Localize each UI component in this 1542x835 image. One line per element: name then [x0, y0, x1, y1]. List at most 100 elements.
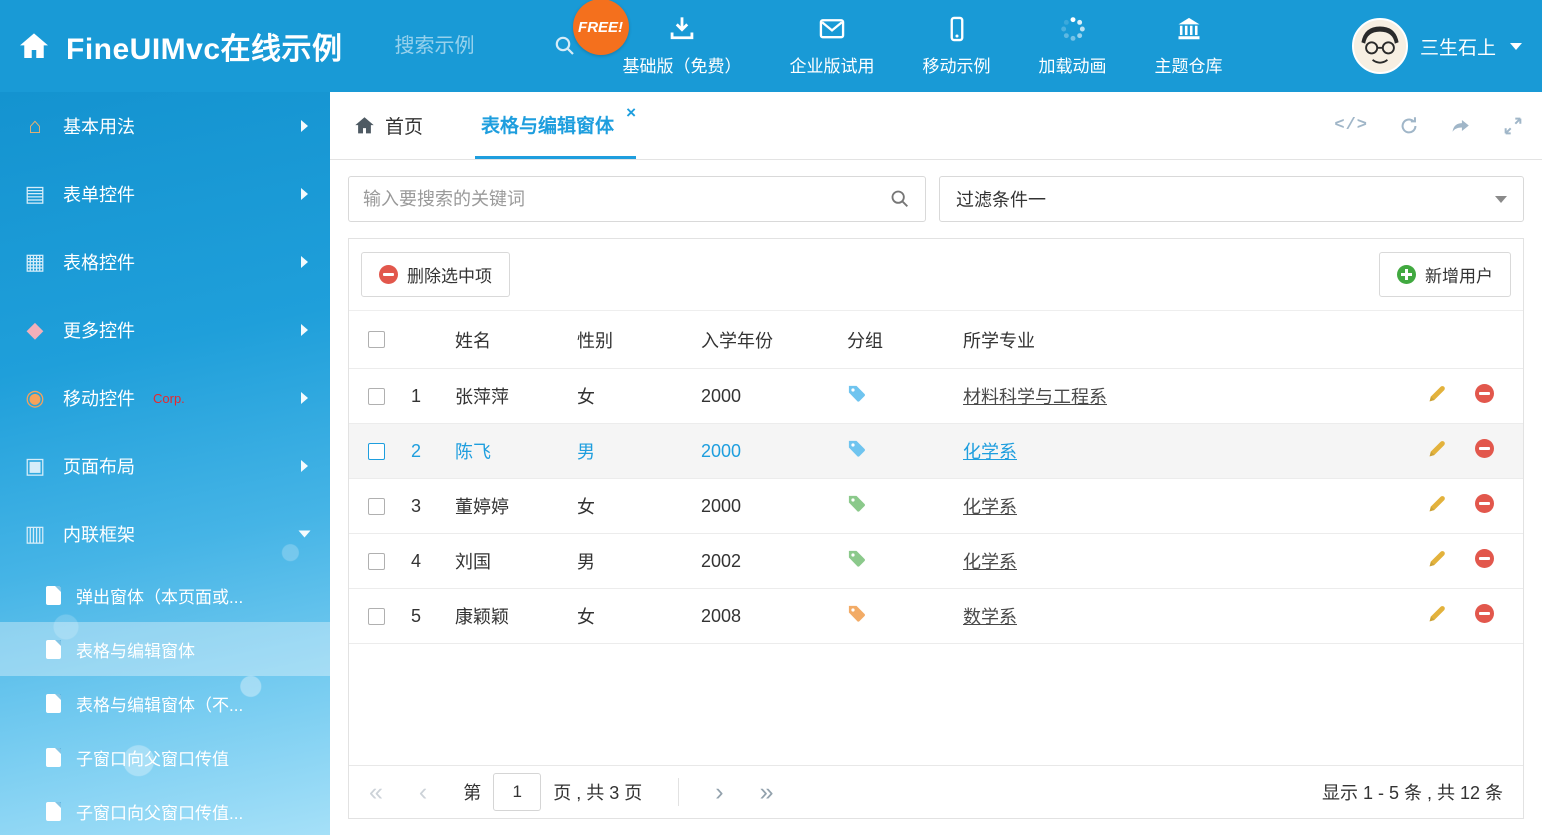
row-checkbox[interactable]	[368, 498, 385, 515]
delete-row-icon[interactable]	[1475, 384, 1494, 403]
search-icon[interactable]	[553, 34, 577, 58]
nav-item-loading-animation[interactable]: 加载动画	[1039, 15, 1107, 77]
grid-toolbar: 删除选中项 新增用户	[349, 239, 1523, 311]
chevron-icon	[301, 188, 308, 200]
edit-pencil-icon[interactable]	[1427, 438, 1448, 459]
last-page-button[interactable]: »	[760, 780, 774, 805]
expand-icon[interactable]	[1502, 115, 1524, 137]
sidebar-item[interactable]: ▣ 页面布局	[0, 432, 330, 500]
refresh-icon[interactable]	[1398, 115, 1420, 137]
file-icon	[46, 748, 61, 767]
major-link[interactable]: 化学系	[963, 497, 1017, 517]
file-icon	[46, 586, 61, 605]
minus-circle-icon	[379, 265, 398, 284]
edit-pencil-icon[interactable]	[1427, 548, 1448, 569]
delete-row-icon[interactable]	[1475, 494, 1494, 513]
select-all-checkbox[interactable]	[368, 331, 385, 348]
column-year: 入学年份	[693, 327, 839, 353]
edit-pencil-icon[interactable]	[1427, 603, 1448, 624]
nav-item-enterprise-trial[interactable]: 企业版试用	[790, 15, 875, 77]
sidebar-item[interactable]: ◉ 移动控件 Corp.	[0, 364, 330, 432]
home-icon	[18, 30, 50, 62]
mobile-icon	[943, 15, 971, 43]
sidebar-subitem-label: 子窗口向父窗口传值	[76, 745, 229, 770]
tab-home[interactable]: 首页	[348, 92, 429, 159]
delete-selected-button[interactable]: 删除选中项	[361, 252, 510, 297]
page-label-before: 第	[463, 779, 481, 805]
user-menu[interactable]: 三生石上	[1352, 18, 1522, 74]
column-major: 所学专业	[955, 327, 1419, 353]
table-row: 5 康颖颖 女 2008 数学系	[349, 589, 1523, 644]
sidebar-subitem[interactable]: 表格与编辑窗体	[0, 622, 330, 676]
nav-item-label: 基础版（免费）	[623, 52, 742, 77]
record-summary: 显示 1 - 5 条 , 共 12 条	[1322, 779, 1503, 805]
sidebar-item-icon: ▥	[22, 523, 48, 545]
major-link[interactable]: 化学系	[963, 552, 1017, 572]
delete-row-icon[interactable]	[1475, 549, 1494, 568]
sidebar-item[interactable]: ◆ 更多控件	[0, 296, 330, 364]
nav-item-label: 移动示例	[923, 52, 991, 77]
pagination-bar: « ‹ 第 页 , 共 3 页 › » 显示 1 - 5 条 , 共 12 条	[349, 765, 1523, 818]
share-forward-icon[interactable]	[1450, 115, 1472, 137]
prev-page-button[interactable]: ‹	[419, 780, 427, 805]
header-search-input[interactable]	[395, 35, 545, 58]
tag-icon	[847, 494, 866, 513]
sidebar-subnav: 弹出窗体（本页面或... 表格与编辑窗体 表格与编辑窗体（不... 子窗口向父窗…	[0, 568, 330, 835]
delete-selected-label: 删除选中项	[407, 262, 492, 287]
delete-row-icon[interactable]	[1475, 604, 1494, 623]
row-checkbox[interactable]	[368, 388, 385, 405]
sidebar-item[interactable]: ▦ 表格控件	[0, 228, 330, 296]
sidebar-subitem[interactable]: 表格与编辑窗体（不...	[0, 676, 330, 730]
keyword-search-box	[348, 176, 926, 222]
bank-icon	[1175, 15, 1203, 43]
source-code-icon[interactable]: </>	[1334, 117, 1368, 134]
column-gender: 性别	[569, 327, 693, 353]
sidebar-subitem[interactable]: 子窗口向父窗口传值...	[0, 784, 330, 835]
sidebar-item[interactable]: ⌂ 基本用法	[0, 92, 330, 160]
sidebar-subitem[interactable]: 弹出窗体（本页面或...	[0, 568, 330, 622]
nav-item-basic-free[interactable]: FREE! 基础版（免费）	[623, 15, 742, 77]
sidebar-item-label: 更多控件	[63, 317, 135, 343]
first-page-button[interactable]: «	[369, 780, 383, 805]
tab-grid-edit-window[interactable]: 表格与编辑窗体 ×	[475, 92, 636, 159]
edit-pencil-icon[interactable]	[1427, 383, 1448, 404]
nav-item-label: 主题仓库	[1155, 52, 1223, 77]
app-title: FineUIMvc在线示例	[66, 24, 343, 68]
brand[interactable]: FineUIMvc在线示例	[0, 24, 343, 68]
chevron-down-icon	[1510, 43, 1522, 50]
sidebar-subitem[interactable]: 子窗口向父窗口传值	[0, 730, 330, 784]
cell-name: 张萍萍	[447, 383, 569, 409]
sidebar-item-label: 移动控件	[63, 385, 135, 411]
keyword-search-input[interactable]	[363, 189, 881, 210]
sidebar-item[interactable]: ▥ 内联框架	[0, 500, 330, 568]
filter-bar: 过滤条件一	[330, 160, 1542, 238]
add-user-button[interactable]: 新增用户	[1379, 252, 1511, 297]
cell-name: 陈飞	[447, 438, 569, 464]
top-header: FineUIMvc在线示例 FREE! 基础版（免费） 企业版试用 移动示例	[0, 0, 1542, 92]
search-icon[interactable]	[889, 188, 911, 210]
nav-item-theme-repo[interactable]: 主题仓库	[1155, 15, 1223, 77]
edit-pencil-icon[interactable]	[1427, 493, 1448, 514]
cell-gender: 男	[569, 438, 693, 464]
delete-row-icon[interactable]	[1475, 439, 1494, 458]
grid-panel: 删除选中项 新增用户 姓名 性别 入学年份 分组 所学专业	[348, 238, 1524, 819]
sidebar-item[interactable]: ▤ 表单控件	[0, 160, 330, 228]
tab-bar: 首页 表格与编辑窗体 × </>	[330, 92, 1542, 160]
grid-header-row: 姓名 性别 入学年份 分组 所学专业	[349, 311, 1523, 369]
row-checkbox[interactable]	[368, 553, 385, 570]
page-number-input[interactable]	[493, 773, 541, 811]
row-checkbox[interactable]	[368, 443, 385, 460]
next-page-button[interactable]: ›	[715, 780, 723, 805]
major-link[interactable]: 材料科学与工程系	[963, 387, 1107, 407]
sidebar: ⌂ 基本用法 ▤ 表单控件 ▦ 表格控件 ◆ 更多控件 ◉ 移动控件	[0, 92, 330, 835]
free-badge: FREE!	[573, 0, 629, 55]
nav-item-mobile-demo[interactable]: 移动示例	[923, 15, 991, 77]
sidebar-item-label: 页面布局	[63, 453, 135, 479]
filter-dropdown[interactable]: 过滤条件一	[939, 176, 1524, 222]
close-icon[interactable]: ×	[626, 104, 636, 121]
row-checkbox[interactable]	[368, 608, 385, 625]
major-link[interactable]: 化学系	[963, 442, 1017, 462]
cell-gender: 男	[569, 548, 693, 574]
cell-year: 2000	[693, 496, 839, 517]
major-link[interactable]: 数学系	[963, 607, 1017, 627]
